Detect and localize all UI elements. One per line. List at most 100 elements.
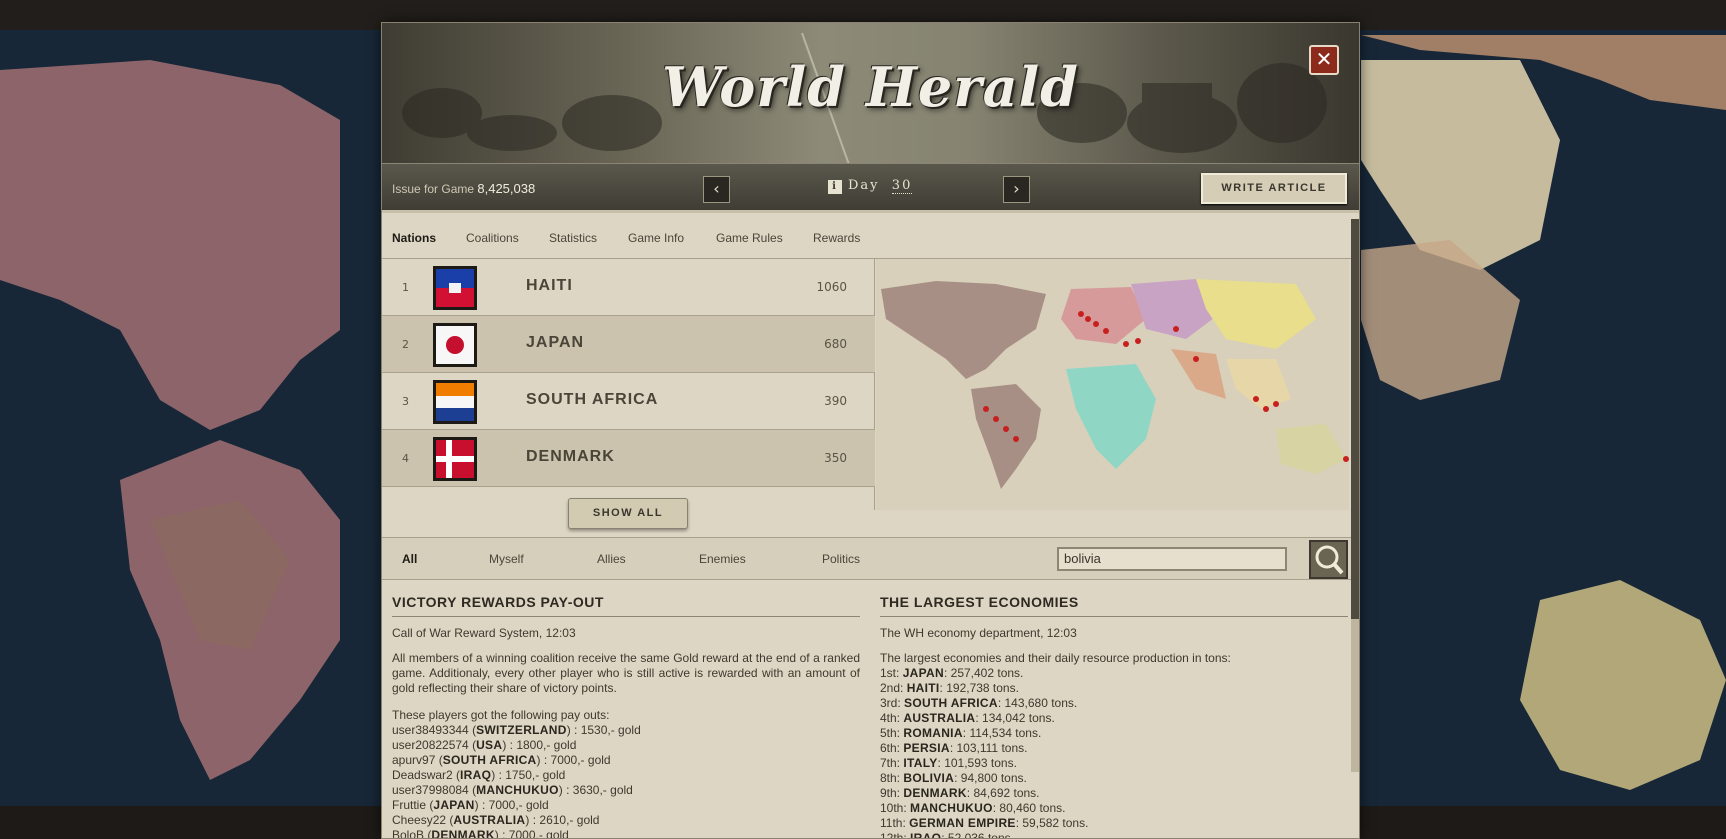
filter-all[interactable]: All bbox=[402, 552, 417, 566]
tab-game-rules[interactable]: Game Rules bbox=[716, 231, 783, 245]
economy-line: 5th: ROMANIA: 114,534 tons. bbox=[880, 726, 1348, 741]
rank-position: 9th: bbox=[880, 786, 904, 800]
tab-statistics[interactable]: Statistics bbox=[549, 231, 597, 245]
filter-myself[interactable]: Myself bbox=[489, 552, 524, 566]
economy-line: 12th: IRAQ: 52,036 tons. bbox=[880, 831, 1348, 839]
scrollbar[interactable] bbox=[1351, 219, 1359, 772]
nation-link[interactable]: ITALY bbox=[903, 756, 937, 770]
world-herald-window: World Herald ✕ Issue for Game 8,425,038 … bbox=[381, 22, 1360, 839]
economy-line: 8th: BOLIVIA: 94,800 tons. bbox=[880, 771, 1348, 786]
next-day-button[interactable]: › bbox=[1003, 176, 1030, 203]
nation-score: 350 bbox=[824, 451, 847, 465]
payout-amount: ) : 7000,- gold bbox=[494, 828, 569, 839]
rank-position: 10th: bbox=[880, 801, 911, 815]
denmark-flag-icon bbox=[433, 437, 477, 481]
nation-link[interactable]: AUSTRALIA bbox=[903, 711, 975, 725]
nation-name: HAITI bbox=[526, 277, 573, 294]
scrollbar-thumb[interactable] bbox=[1351, 219, 1359, 619]
close-button[interactable]: ✕ bbox=[1309, 45, 1339, 75]
write-article-button[interactable]: WRITE ARTICLE bbox=[1201, 173, 1347, 204]
issue-bar: Issue for Game 8,425,038 ‹ i Day 30 › WRI… bbox=[382, 163, 1359, 213]
search-button[interactable] bbox=[1309, 540, 1348, 579]
nation-link[interactable]: SWITZERLAND bbox=[476, 723, 567, 737]
economy-line: 10th: MANCHUKUO: 80,460 tons. bbox=[880, 801, 1348, 816]
economy-line: 9th: DENMARK: 84,692 tons. bbox=[880, 786, 1348, 801]
filter-allies[interactable]: Allies bbox=[597, 552, 626, 566]
ranking-row[interactable]: 1 HAITI 1060 bbox=[382, 259, 875, 316]
nation-link[interactable]: AUSTRALIA bbox=[453, 813, 525, 827]
player-name: user20822574 ( bbox=[392, 738, 477, 752]
rank-number: 2 bbox=[402, 338, 409, 351]
player-name: user37998084 ( bbox=[392, 783, 477, 797]
nation-link[interactable]: SOUTH AFRICA bbox=[443, 753, 537, 767]
production-value: : 134,042 tons. bbox=[975, 711, 1055, 725]
nation-link[interactable]: USA bbox=[476, 738, 502, 752]
search-input[interactable]: bolivia bbox=[1057, 547, 1287, 571]
filter-politics[interactable]: Politics bbox=[822, 552, 860, 566]
nation-link[interactable]: ROMANIA bbox=[903, 726, 962, 740]
haiti-flag-icon bbox=[433, 266, 477, 310]
nation-link[interactable]: PERSIA bbox=[903, 741, 949, 755]
tab-game-info[interactable]: Game Info bbox=[628, 231, 684, 245]
tab-rewards[interactable]: Rewards bbox=[813, 231, 860, 245]
economy-line: 2nd: HAITI: 192,738 tons. bbox=[880, 681, 1348, 696]
rank-position: 3rd: bbox=[880, 696, 905, 710]
rank-number: 1 bbox=[402, 281, 409, 294]
nation-link[interactable]: JAPAN bbox=[433, 798, 474, 812]
japan-flag-icon bbox=[433, 323, 477, 367]
article-byline: The WH economy department, 12:03 bbox=[880, 626, 1077, 640]
show-all-button[interactable]: SHOW ALL bbox=[568, 498, 688, 529]
player-name: user38493344 ( bbox=[392, 723, 477, 737]
chevron-right-icon: › bbox=[1013, 179, 1020, 198]
nation-score: 390 bbox=[824, 394, 847, 408]
production-value: : 59,582 tons. bbox=[1015, 816, 1089, 830]
nation-link[interactable]: BOLIVIA bbox=[903, 771, 954, 785]
nation-link[interactable]: MANCHUKUO bbox=[476, 783, 559, 797]
nation-link[interactable]: SOUTH AFRICA bbox=[904, 696, 998, 710]
article-intro: The largest economies and their daily re… bbox=[880, 651, 1231, 665]
production-value: : 84,692 tons. bbox=[966, 786, 1040, 800]
masthead-title: World Herald bbox=[662, 55, 1079, 119]
production-value: : 143,680 tons. bbox=[997, 696, 1078, 710]
nation-link[interactable]: IRAQ bbox=[460, 768, 491, 782]
nation-name: SOUTH AFRICA bbox=[526, 391, 659, 408]
nation-ranking: 1 HAITI 1060 2 JAPAN 680 3 SOUTH AFRICA … bbox=[382, 259, 875, 529]
section-tabs: Nations Coalitions Statistics Game Info … bbox=[382, 217, 1359, 259]
rank-position: 11th: bbox=[880, 816, 910, 830]
ranking-row[interactable]: 3 SOUTH AFRICA 390 bbox=[382, 373, 875, 430]
mini-world-map[interactable] bbox=[876, 259, 1349, 510]
day-number[interactable]: 30 bbox=[891, 178, 913, 194]
issue-info: Issue for Game 8,425,038 bbox=[392, 181, 535, 196]
production-value: : 114,534 tons. bbox=[962, 726, 1042, 740]
tab-nations[interactable]: Nations bbox=[392, 231, 436, 245]
article-byline: Call of War Reward System, 12:03 bbox=[392, 626, 576, 640]
ranking-row[interactable]: 2 JAPAN 680 bbox=[382, 316, 875, 373]
nation-link[interactable]: DENMARK bbox=[903, 786, 966, 800]
nation-link[interactable]: IRAQ bbox=[910, 831, 941, 838]
payout-amount: ) : 7000,- gold bbox=[474, 798, 549, 812]
production-value: : 52,036 tons. bbox=[941, 831, 1014, 839]
tab-coalitions[interactable]: Coalitions bbox=[466, 231, 519, 245]
ranking-row[interactable]: 4 DENMARK 350 bbox=[382, 430, 875, 487]
newspaper-banner: World Herald ✕ bbox=[382, 23, 1359, 163]
payout-line: user37998084 (MANCHUKUO) : 3630,- gold bbox=[392, 783, 860, 798]
economy-line: 4th: AUSTRALIA: 134,042 tons. bbox=[880, 711, 1348, 726]
article-largest-economies: THE LARGEST ECONOMIES The WH economy dep… bbox=[880, 595, 1348, 839]
player-name: Cheesy22 ( bbox=[392, 813, 454, 827]
previous-day-button[interactable]: ‹ bbox=[703, 176, 730, 203]
nation-link[interactable]: MANCHUKUO bbox=[910, 801, 993, 815]
nation-link[interactable]: JAPAN bbox=[903, 666, 944, 680]
day-label: Day bbox=[848, 178, 880, 193]
info-icon[interactable]: i bbox=[828, 180, 842, 194]
payout-line: BoloB (DENMARK) : 7000,- gold bbox=[392, 828, 860, 839]
nation-link[interactable]: HAITI bbox=[907, 681, 940, 695]
rank-position: 7th: bbox=[880, 756, 904, 770]
filter-enemies[interactable]: Enemies bbox=[699, 552, 746, 566]
player-name: apurv97 ( bbox=[392, 753, 443, 767]
economy-line: 11th: GERMAN EMPIRE: 59,582 tons. bbox=[880, 816, 1348, 831]
production-value: : 103,111 tons. bbox=[949, 741, 1028, 755]
rank-number: 4 bbox=[402, 452, 409, 465]
nation-link[interactable]: DENMARK bbox=[431, 828, 494, 838]
nation-link[interactable]: GERMAN EMPIRE bbox=[909, 816, 1016, 830]
payout-amount: ) : 2610,- gold bbox=[525, 813, 600, 827]
